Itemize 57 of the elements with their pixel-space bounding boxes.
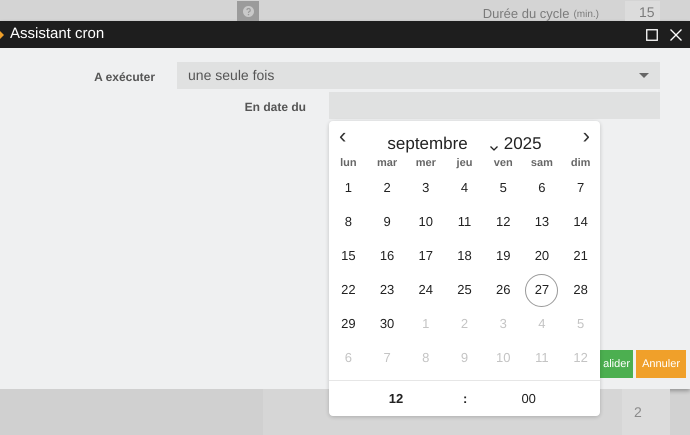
time-separator: : xyxy=(463,390,468,408)
chevron-down-icon xyxy=(490,146,498,150)
day-cell[interactable]: 2 xyxy=(370,172,404,204)
row-value: 2 xyxy=(634,402,642,422)
day-cell[interactable]: 15 xyxy=(332,240,365,272)
day-cell[interactable]: 18 xyxy=(448,240,481,272)
field-label: A exécuter xyxy=(93,69,155,86)
day-cell[interactable]: 27 xyxy=(525,274,558,306)
weekday-label: mar xyxy=(376,156,398,171)
next-month-button[interactable]: › xyxy=(582,125,590,147)
day-cell[interactable]: 30 xyxy=(370,308,404,340)
cycle-label: Durée du cycle xyxy=(482,7,570,20)
weekday-label: ven xyxy=(492,156,514,171)
weekday-label: lun xyxy=(339,156,358,171)
day-cell[interactable]: 26 xyxy=(486,274,520,306)
day-cell[interactable]: 12 xyxy=(486,206,520,238)
weekday-label: dim xyxy=(570,156,592,171)
day-cell[interactable]: 24 xyxy=(409,274,442,306)
day-cell[interactable]: 5 xyxy=(486,172,520,204)
day-cell[interactable]: 14 xyxy=(564,206,598,238)
day-cell[interactable]: 9 xyxy=(370,206,404,238)
day-cell[interactable]: 22 xyxy=(332,274,365,306)
day-cell[interactable]: 11 xyxy=(448,206,481,238)
day-cell[interactable]: 13 xyxy=(525,206,558,238)
day-cell[interactable]: 28 xyxy=(564,274,598,306)
minute-field[interactable]: 00 xyxy=(467,388,600,408)
day-cell[interactable]: 6 xyxy=(525,172,558,204)
day-cell[interactable]: 23 xyxy=(370,274,404,306)
day-cell[interactable]: 29 xyxy=(332,308,365,340)
day-cell[interactable]: 7 xyxy=(564,172,598,204)
day-cell[interactable]: 17 xyxy=(409,240,442,272)
day-cell[interactable]: 19 xyxy=(486,240,520,272)
day-cell[interactable]: 1 xyxy=(332,172,365,204)
run-select[interactable]: une seule fois xyxy=(177,62,660,89)
day-cell[interactable]: 21 xyxy=(564,240,598,272)
day-cell[interactable]: 4 xyxy=(448,172,481,204)
close-icon[interactable] xyxy=(670,28,682,40)
cycle-value: 15 xyxy=(639,5,655,21)
month-select[interactable]: septembre xyxy=(387,131,468,156)
weekday-label: jeu xyxy=(455,156,474,171)
day-cell[interactable]: 8 xyxy=(332,206,365,238)
previous-month-button[interactable]: ‹ xyxy=(339,125,346,147)
caret-icon xyxy=(639,73,649,78)
day-cell[interactable]: 25 xyxy=(448,274,481,306)
day-cell[interactable]: 20 xyxy=(525,240,558,272)
hour-field[interactable]: 12 xyxy=(329,388,463,408)
field-label: En date du xyxy=(244,99,306,116)
maximize-icon[interactable] xyxy=(646,28,658,40)
day-cell[interactable]: 16 xyxy=(370,240,404,272)
weekday-label: mer xyxy=(414,156,437,171)
day-cell[interactable]: 3 xyxy=(409,172,442,204)
unit-label: (min.) xyxy=(573,10,599,20)
weekday-label: sam xyxy=(530,156,554,171)
caret-icon xyxy=(0,30,4,38)
year-field[interactable]: 2025 xyxy=(504,131,542,156)
day-cell[interactable]: 10 xyxy=(409,206,442,238)
window-title: Assistant cron xyxy=(10,24,104,44)
